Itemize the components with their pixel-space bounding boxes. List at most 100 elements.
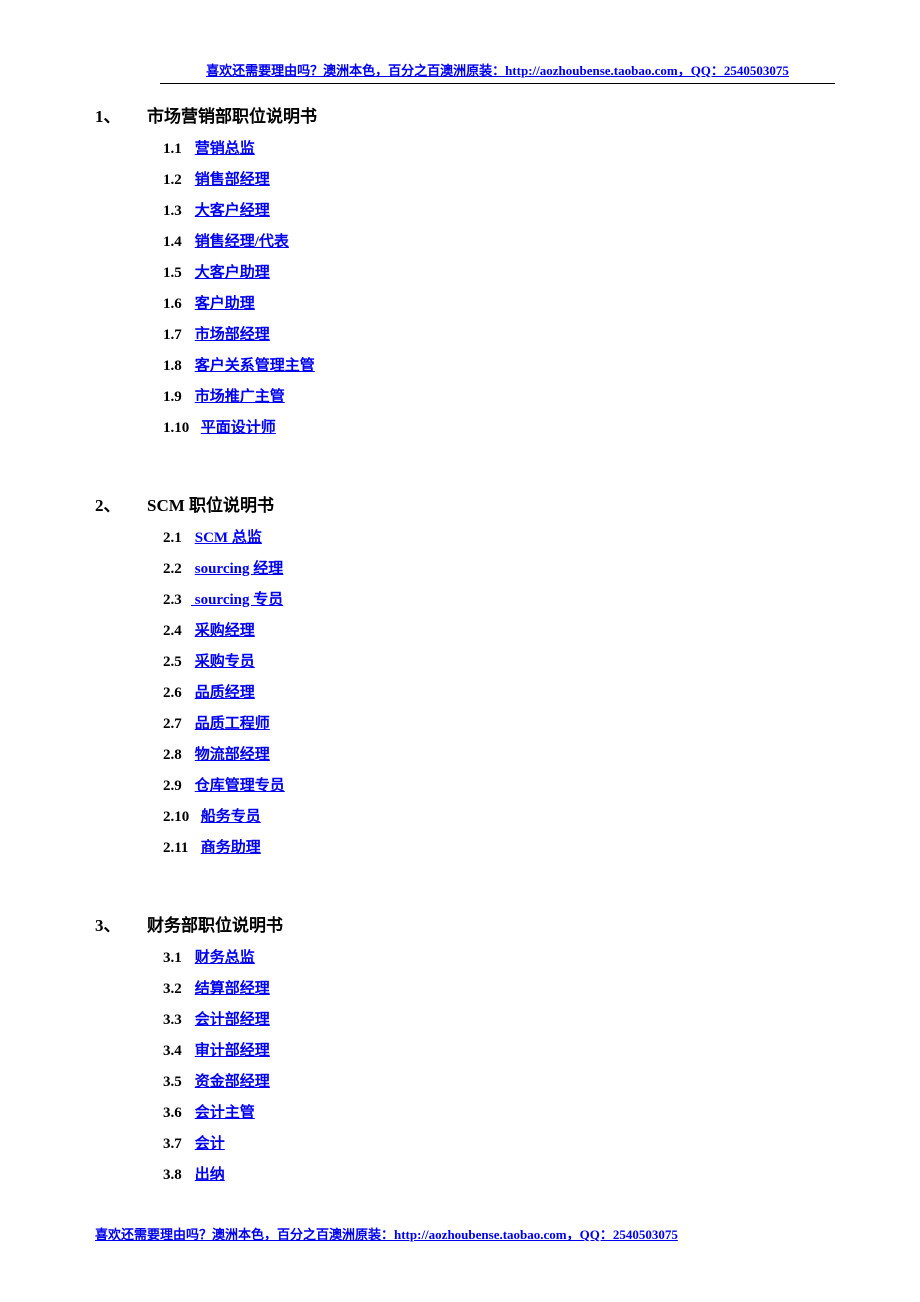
toc-item: 1.7 市场部经理 [163,323,825,344]
section-title: 2、 SCM 职位说明书 [95,491,825,516]
toc-link[interactable]: 商务助理 [201,840,261,856]
toc-link[interactable]: 营销总监 [195,141,255,157]
toc-item: 2.2 sourcing 经理 [163,557,825,578]
section-2: 2、 SCM 职位说明书 2.1 SCM 总监 2.2 sourcing 经理 … [95,491,825,857]
item-number: 3.7 [163,1136,191,1153]
toc-item: 2.1 SCM 总监 [163,526,825,547]
item-number: 2.10 [163,809,197,826]
section-items: 3.1 财务总监 3.2 结算部经理 3.3 会计部经理 3.4 审计部经理 3… [163,946,825,1184]
toc-item: 1.10 平面设计师 [163,416,825,437]
toc-item: 2.11 商务助理 [163,836,825,857]
section-heading: 市场营销部职位说明书 [147,102,317,127]
item-number: 1.9 [163,389,191,406]
item-number: 2.11 [163,840,197,857]
section-number: 3、 [95,911,147,936]
item-number: 2.3 [163,592,191,609]
section-1: 1、 市场营销部职位说明书 1.1 营销总监 1.2 销售部经理 1.3 大客户… [95,102,825,437]
toc-item: 1.9 市场推广主管 [163,385,825,406]
toc-item: 3.5 资金部经理 [163,1070,825,1091]
toc-link[interactable]: 船务专员 [201,809,261,825]
toc-link[interactable]: 采购专员 [195,654,255,670]
toc-item: 1.8 客户关系管理主管 [163,354,825,375]
toc-link[interactable]: 销售经理/代表 [195,234,289,250]
section-items: 1.1 营销总监 1.2 销售部经理 1.3 大客户经理 1.4 销售经理/代表… [163,137,825,437]
toc-item: 3.2 结算部经理 [163,977,825,998]
toc-link[interactable]: 市场推广主管 [195,389,285,405]
toc-item: 1.3 大客户经理 [163,199,825,220]
item-number: 3.4 [163,1043,191,1060]
toc-link[interactable]: 财务总监 [195,950,255,966]
toc-link[interactable]: sourcing 专员 [191,592,283,608]
toc-item: 1.5 大客户助理 [163,261,825,282]
toc-link[interactable]: 采购经理 [195,623,255,639]
toc-item: 3.8 出纳 [163,1163,825,1184]
toc-link[interactable]: 物流部经理 [195,747,270,763]
toc-link[interactable]: 品质工程师 [195,716,270,732]
toc-link[interactable]: 会计主管 [195,1105,255,1121]
toc-link[interactable]: 仓库管理专员 [195,778,285,794]
toc-item: 1.4 销售经理/代表 [163,230,825,251]
toc-item: 2.5 采购专员 [163,650,825,671]
item-number: 1.10 [163,420,197,437]
item-number: 3.6 [163,1105,191,1122]
toc-item: 2.3 sourcing 专员 [163,588,825,609]
item-number: 3.5 [163,1074,191,1091]
item-number: 1.7 [163,327,191,344]
toc-link[interactable]: 平面设计师 [201,420,276,436]
toc-link[interactable]: 客户助理 [195,296,255,312]
toc-item: 1.1 营销总监 [163,137,825,158]
toc-item: 3.6 会计主管 [163,1101,825,1122]
item-number: 3.1 [163,950,191,967]
toc-link[interactable]: 资金部经理 [195,1074,270,1090]
item-number: 2.2 [163,561,191,578]
section-number: 1、 [95,102,147,127]
item-number: 1.4 [163,234,191,251]
toc-item: 2.8 物流部经理 [163,743,825,764]
toc-item: 2.4 采购经理 [163,619,825,640]
item-number: 3.8 [163,1167,191,1184]
toc-item: 3.1 财务总监 [163,946,825,967]
toc-link[interactable]: 大客户经理 [195,203,270,219]
item-number: 2.8 [163,747,191,764]
item-number: 1.8 [163,358,191,375]
toc-item: 2.7 品质工程师 [163,712,825,733]
section-title: 3、 财务部职位说明书 [95,911,825,936]
toc-link[interactable]: 会计部经理 [195,1012,270,1028]
toc-item: 3.7 会计 [163,1132,825,1153]
item-number: 1.6 [163,296,191,313]
item-number: 1.3 [163,203,191,220]
toc-item: 3.3 会计部经理 [163,1008,825,1029]
section-heading: 财务部职位说明书 [147,911,283,936]
page-footer-link[interactable]: 喜欢还需要理由吗？澳洲本色，百分之百澳洲原装：http://aozhoubens… [95,1224,825,1243]
toc-link[interactable]: 出纳 [195,1167,225,1183]
toc-item: 1.2 销售部经理 [163,168,825,189]
item-number: 2.4 [163,623,191,640]
item-number: 2.1 [163,530,191,547]
toc-link[interactable]: sourcing 经理 [195,561,283,577]
section-3: 3、 财务部职位说明书 3.1 财务总监 3.2 结算部经理 3.3 会计部经理… [95,911,825,1184]
toc-link[interactable]: 客户关系管理主管 [195,358,315,374]
toc-link[interactable]: 品质经理 [195,685,255,701]
toc-link[interactable]: 市场部经理 [195,327,270,343]
item-number: 2.6 [163,685,191,702]
toc-item: 2.6 品质经理 [163,681,825,702]
section-items: 2.1 SCM 总监 2.2 sourcing 经理 2.3 sourcing … [163,526,825,857]
toc-item: 3.4 审计部经理 [163,1039,825,1060]
toc-item: 2.10 船务专员 [163,805,825,826]
toc-link[interactable]: 大客户助理 [195,265,270,281]
item-number: 3.3 [163,1012,191,1029]
section-title: 1、 市场营销部职位说明书 [95,102,825,127]
toc-link[interactable]: 审计部经理 [195,1043,270,1059]
item-number: 2.9 [163,778,191,795]
item-number: 1.1 [163,141,191,158]
toc-link[interactable]: 结算部经理 [195,981,270,997]
section-heading: SCM 职位说明书 [147,491,274,516]
item-number: 1.2 [163,172,191,189]
toc-link[interactable]: SCM 总监 [195,530,262,546]
toc-link[interactable]: 销售部经理 [195,172,270,188]
item-number: 3.2 [163,981,191,998]
item-number: 1.5 [163,265,191,282]
toc-link[interactable]: 会计 [195,1136,225,1152]
section-number: 2、 [95,491,147,516]
page-header-link[interactable]: 喜欢还需要理由吗？澳洲本色，百分之百澳洲原装：http://aozhoubens… [160,60,835,84]
